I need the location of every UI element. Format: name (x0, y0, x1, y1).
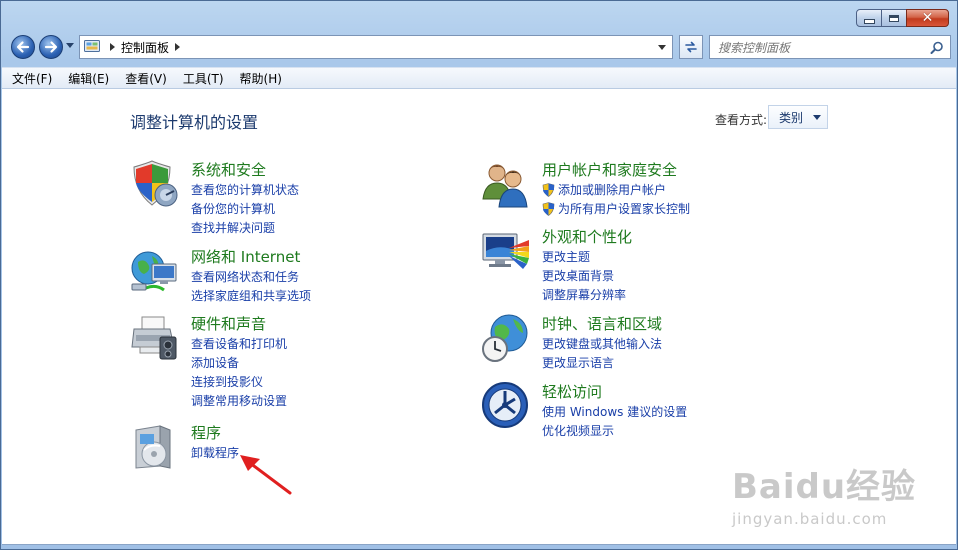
control-panel-icon (84, 40, 100, 52)
uac-shield-icon (542, 182, 555, 197)
menu-edit[interactable]: 编辑(E) (68, 70, 109, 87)
link-add-device[interactable]: 添加设备 (191, 353, 287, 372)
breadcrumb-separator-icon (110, 43, 115, 51)
watermark-brand: Baidu经验 (732, 467, 917, 507)
breadcrumb-control-panel[interactable]: 控制面板 (121, 39, 169, 56)
address-bar[interactable]: 控制面板 (79, 35, 673, 59)
menu-view[interactable]: 查看(V) (125, 70, 167, 87)
category-title[interactable]: 用户帐户和家庭安全 (542, 159, 677, 180)
link-desktop-background[interactable]: 更改桌面背景 (542, 266, 626, 285)
page-title: 调整计算机的设置 (130, 113, 259, 132)
navigation-bar: 控制面板 (9, 33, 951, 61)
link-display-language[interactable]: 更改显示语言 (542, 353, 662, 372)
link-devices-printers[interactable]: 查看设备和打印机 (191, 334, 287, 353)
link-parental-controls[interactable]: 为所有用户设置家长控制 (542, 199, 690, 218)
search-box (709, 35, 951, 59)
menu-bar: 文件(F) 编辑(E) 查看(V) 工具(T) 帮助(H) (2, 67, 956, 89)
printer-icon[interactable] (130, 313, 180, 363)
category-title[interactable]: 程序 (191, 422, 221, 443)
view-by-label: 查看方式: (715, 113, 768, 127)
category-title[interactable]: 网络和 Internet (191, 246, 300, 267)
link-find-fix-problems[interactable]: 查找并解决问题 (191, 218, 299, 237)
link-backup-computer[interactable]: 备份您的计算机 (191, 199, 299, 218)
caption-buttons: ✕ (856, 9, 949, 27)
program-box-icon[interactable] (130, 422, 180, 472)
recent-pages-dropdown[interactable] (66, 43, 74, 48)
annotation-arrow-icon (240, 455, 292, 495)
clock-globe-icon[interactable] (481, 313, 531, 363)
link-text: 为所有用户设置家长控制 (558, 202, 691, 216)
back-button[interactable] (11, 35, 35, 59)
view-by-dropdown[interactable]: 类别 (768, 105, 828, 129)
category-title[interactable]: 外观和个性化 (542, 226, 632, 247)
ease-of-access-icon[interactable] (481, 381, 531, 431)
link-text: 添加或删除用户帐户 (558, 183, 667, 197)
link-screen-resolution[interactable]: 调整屏幕分辨率 (542, 285, 626, 304)
link-keyboard-input[interactable]: 更改键盘或其他输入法 (542, 334, 662, 353)
link-add-remove-accounts[interactable]: 添加或删除用户帐户 (542, 180, 690, 199)
minimize-icon (863, 18, 875, 24)
category-title[interactable]: 硬件和声音 (191, 313, 266, 334)
category-title[interactable]: 时钟、语言和区域 (542, 313, 662, 334)
arrow-left-icon (16, 41, 30, 53)
link-homegroup-sharing[interactable]: 选择家庭组和共享选项 (191, 286, 311, 305)
close-icon: ✕ (921, 10, 934, 26)
menu-tools[interactable]: 工具(T) (183, 70, 224, 87)
refresh-icon (685, 41, 697, 53)
search-input[interactable] (716, 37, 930, 59)
monitor-palette-icon[interactable] (481, 226, 531, 276)
link-optimize-video[interactable]: 优化视频显示 (542, 421, 687, 440)
forward-button[interactable] (39, 35, 63, 59)
view-by-value: 类别 (779, 110, 804, 125)
arrow-right-icon (44, 41, 58, 53)
minimize-button[interactable] (856, 9, 882, 27)
watermark-url: jingyan.baidu.com (732, 510, 888, 528)
shield-icon[interactable] (130, 159, 180, 209)
link-change-theme[interactable]: 更改主题 (542, 247, 626, 266)
close-button[interactable]: ✕ (906, 9, 949, 27)
uac-shield-icon (542, 201, 555, 216)
link-view-computer-status[interactable]: 查看您的计算机状态 (191, 180, 299, 199)
address-history-dropdown[interactable] (658, 45, 666, 50)
maximize-button[interactable] (881, 9, 907, 27)
menu-help[interactable]: 帮助(H) (240, 70, 282, 87)
window-frame: ✕ 控制面板 搜索控制面板 文件(F) 编辑(E) 查看(V) 工具(T) 帮助… (0, 0, 958, 550)
category-title[interactable]: 系统和安全 (191, 159, 266, 180)
link-connect-projector[interactable]: 连接到投影仪 (191, 372, 287, 391)
content-area: 调整计算机的设置 查看方式: 类别 系统和安全 查看您的计算机状态 备份您的计算… (2, 89, 956, 545)
maximize-icon (889, 14, 899, 22)
watermark: Baidu经验 jingyan.baidu.com (732, 459, 916, 528)
chevron-down-icon (813, 114, 822, 120)
link-windows-recommended[interactable]: 使用 Windows 建议的设置 (542, 402, 687, 421)
refresh-button[interactable] (679, 35, 703, 59)
search-icon[interactable] (930, 41, 944, 55)
category-title[interactable]: 轻松访问 (542, 381, 602, 402)
users-icon[interactable] (481, 159, 531, 209)
network-globe-icon[interactable] (130, 246, 180, 296)
link-mobility-settings[interactable]: 调整常用移动设置 (191, 391, 287, 410)
menu-file[interactable]: 文件(F) (12, 70, 52, 87)
breadcrumb-separator-icon[interactable] (175, 43, 181, 51)
link-network-status[interactable]: 查看网络状态和任务 (191, 267, 311, 286)
